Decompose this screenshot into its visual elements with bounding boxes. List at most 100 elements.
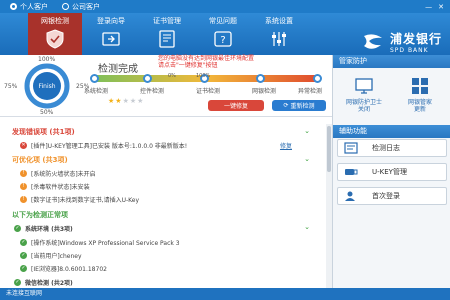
first-login-label: 首次登录	[372, 192, 400, 200]
ok-icon: ✓	[14, 225, 21, 232]
warning-icon: !	[20, 170, 27, 177]
login-icon	[102, 32, 120, 46]
normal-row: ✓ [当前用户]cheney	[20, 251, 82, 260]
side-panel: 管家防护 网银防护卫士 关闭 网银管家 更新 辅助功能 检测日志 U-KEY管理	[332, 55, 450, 288]
chevron-down-icon[interactable]: ⌄	[304, 223, 310, 231]
normal-row: ✓ [操作系统]Windows XP Professional Service …	[20, 238, 180, 247]
tab-login-guide-label: 登录向导	[97, 17, 125, 25]
warning-row: ! [杀毒软件状态]未安装	[20, 182, 90, 191]
redetect-button-label: 重新检测	[290, 103, 315, 110]
detection-panel: Finish 100% 75% 25% 50% 检测完成 您的电脑没有达到网银最…	[0, 55, 332, 117]
tab-settings[interactable]: 系统设置	[254, 13, 304, 55]
stage-label: 证书检测	[196, 88, 221, 95]
manager-update-label: 网银管家 更新	[407, 99, 432, 113]
optimization-notice: 您的电脑没有达到网银最佳环境配置 请点击"一键修复"按钮	[158, 55, 255, 69]
shield-icon	[46, 29, 64, 49]
log-icon	[344, 142, 358, 154]
redetect-button[interactable]: ⟳ 重新检测	[272, 100, 326, 111]
guard-toggle-button[interactable]: 网银防护卫士 关闭	[339, 73, 389, 117]
stage-marker	[90, 74, 99, 83]
system-env-group[interactable]: ✓ 系统环境 (共3项)	[14, 224, 73, 233]
ok-icon: ✓	[20, 239, 27, 246]
star-icon: ★	[137, 97, 145, 105]
ok-icon: ✓	[14, 279, 21, 286]
tab-certificate[interactable]: 证书管理	[142, 13, 192, 55]
certificate-icon	[159, 30, 175, 48]
star-icon: ★	[122, 97, 130, 105]
warning-icon: !	[20, 183, 27, 190]
apps-icon	[412, 78, 428, 94]
manager-update-button[interactable]: 网银管家 更新	[395, 73, 445, 117]
warning-row: ! [数字证书]未找到数字证书,请插入U-Key	[20, 195, 139, 204]
repair-link[interactable]: 修复	[280, 141, 292, 150]
stage-label: 系统检测	[84, 88, 109, 95]
ok-icon: ✓	[20, 252, 27, 259]
stage-marker	[256, 74, 265, 83]
personal-client-label: 个人客户	[20, 2, 48, 11]
close-button[interactable]: ✕	[438, 3, 444, 11]
detect-log-button[interactable]: 检测日志	[337, 139, 447, 157]
star-icon: ★	[115, 97, 123, 105]
first-login-icon	[345, 191, 355, 201]
settings-icon	[272, 32, 286, 46]
title-bar: 个人客户 公司客户 — ✕	[0, 0, 450, 13]
error-row-text: [插件]U-KEY管理工具]已安装 版本号:1.0.0.0 非最新版本!	[31, 143, 188, 150]
stage-marker	[313, 74, 322, 83]
ukey-manage-label: U-KEY管理	[372, 168, 407, 176]
warnings-heading: 可优化项 (共3项)	[12, 156, 68, 164]
normal-row: ✓ [IE浏览器]8.0.6001.18702	[20, 264, 107, 273]
detect-log-label: 检测日志	[372, 144, 400, 152]
corporate-client-label: 公司客户	[72, 2, 100, 11]
svg-text:?: ?	[220, 35, 225, 46]
tab-faq[interactable]: 常见问题 ?	[198, 13, 248, 55]
corporate-client-option[interactable]: 公司客户	[62, 2, 100, 12]
normal-heading: 以下为检测正常项	[12, 211, 68, 219]
tab-settings-label: 系统设置	[265, 17, 293, 25]
pct-50-label: 50%	[40, 109, 54, 116]
bar-full-mark: 100%	[196, 73, 211, 79]
stage-marker	[143, 74, 152, 83]
tab-faq-label: 常见问题	[209, 17, 237, 25]
normal-row-text: [操作系统]Windows XP Professional Service Pa…	[31, 240, 180, 247]
warning-row-text: [系统防火墙状态]未开启	[31, 171, 96, 178]
bank-name-en: SPD BANK	[389, 47, 429, 54]
minimize-button[interactable]: —	[425, 3, 432, 11]
question-icon: ?	[214, 31, 232, 47]
wechat-group[interactable]: ✓ 微信检测 (共2项)	[14, 278, 73, 287]
aux-heading: 辅助功能	[333, 125, 450, 138]
pct-75-label: 75%	[4, 83, 18, 90]
warning-row-text: [数字证书]未找到数字证书,请插入U-Key	[31, 197, 140, 204]
guard-toggle-label: 网银防护卫士 关闭	[345, 99, 382, 113]
personal-client-option[interactable]: 个人客户	[10, 2, 48, 12]
main-nav: 网银检测 登录向导 证书管理 常见问题 ? 系统设置 浦发银行 SPD BANK	[0, 13, 450, 55]
spd-logo-icon	[363, 34, 382, 49]
errors-heading: 发现错误项 (共1项)	[12, 128, 75, 136]
results-list: 发现错误项 (共1项) ⌄ ✕ [插件]U-KEY管理工具]已安装 版本号:1.…	[0, 124, 332, 288]
first-login-button[interactable]: 首次登录	[337, 187, 447, 205]
tab-detect[interactable]: 网银检测	[28, 13, 82, 55]
warning-row-text: [杀毒软件状态]未安装	[31, 184, 90, 191]
ok-icon: ✓	[20, 265, 27, 272]
completion-ring: Finish	[22, 58, 72, 114]
stage-label: 控件检测	[140, 88, 165, 95]
rating-stars: ★★★★★	[108, 97, 144, 105]
bank-brand: 浦发银行 SPD BANK	[361, 30, 442, 54]
tab-login-guide[interactable]: 登录向导	[86, 13, 136, 55]
one-click-fix-button[interactable]: 一键修复	[208, 100, 264, 111]
warning-row: ! [系统防火墙状态]未开启	[20, 169, 96, 178]
radio-selected-icon	[10, 3, 17, 10]
bank-name-zh: 浦发银行	[389, 32, 442, 46]
ukey-icon	[345, 169, 358, 175]
ring-center-label: Finish	[38, 83, 55, 90]
chevron-down-icon[interactable]: ⌄	[304, 127, 310, 135]
chevron-down-icon[interactable]: ⌄	[304, 155, 310, 163]
stage-label: 异常检测	[298, 88, 323, 95]
tab-detect-label: 网银检测	[41, 17, 69, 25]
ukey-manage-button[interactable]: U-KEY管理	[337, 163, 447, 181]
scrollbar-thumb[interactable]	[327, 126, 331, 172]
system-env-label: 系统环境 (共3项)	[25, 226, 73, 233]
wechat-group-label: 微信检测 (共2项)	[25, 280, 73, 287]
pct-100-label: 100%	[38, 56, 56, 63]
radio-unselected-icon	[62, 3, 69, 10]
stage-label: 网银检测	[252, 88, 277, 95]
